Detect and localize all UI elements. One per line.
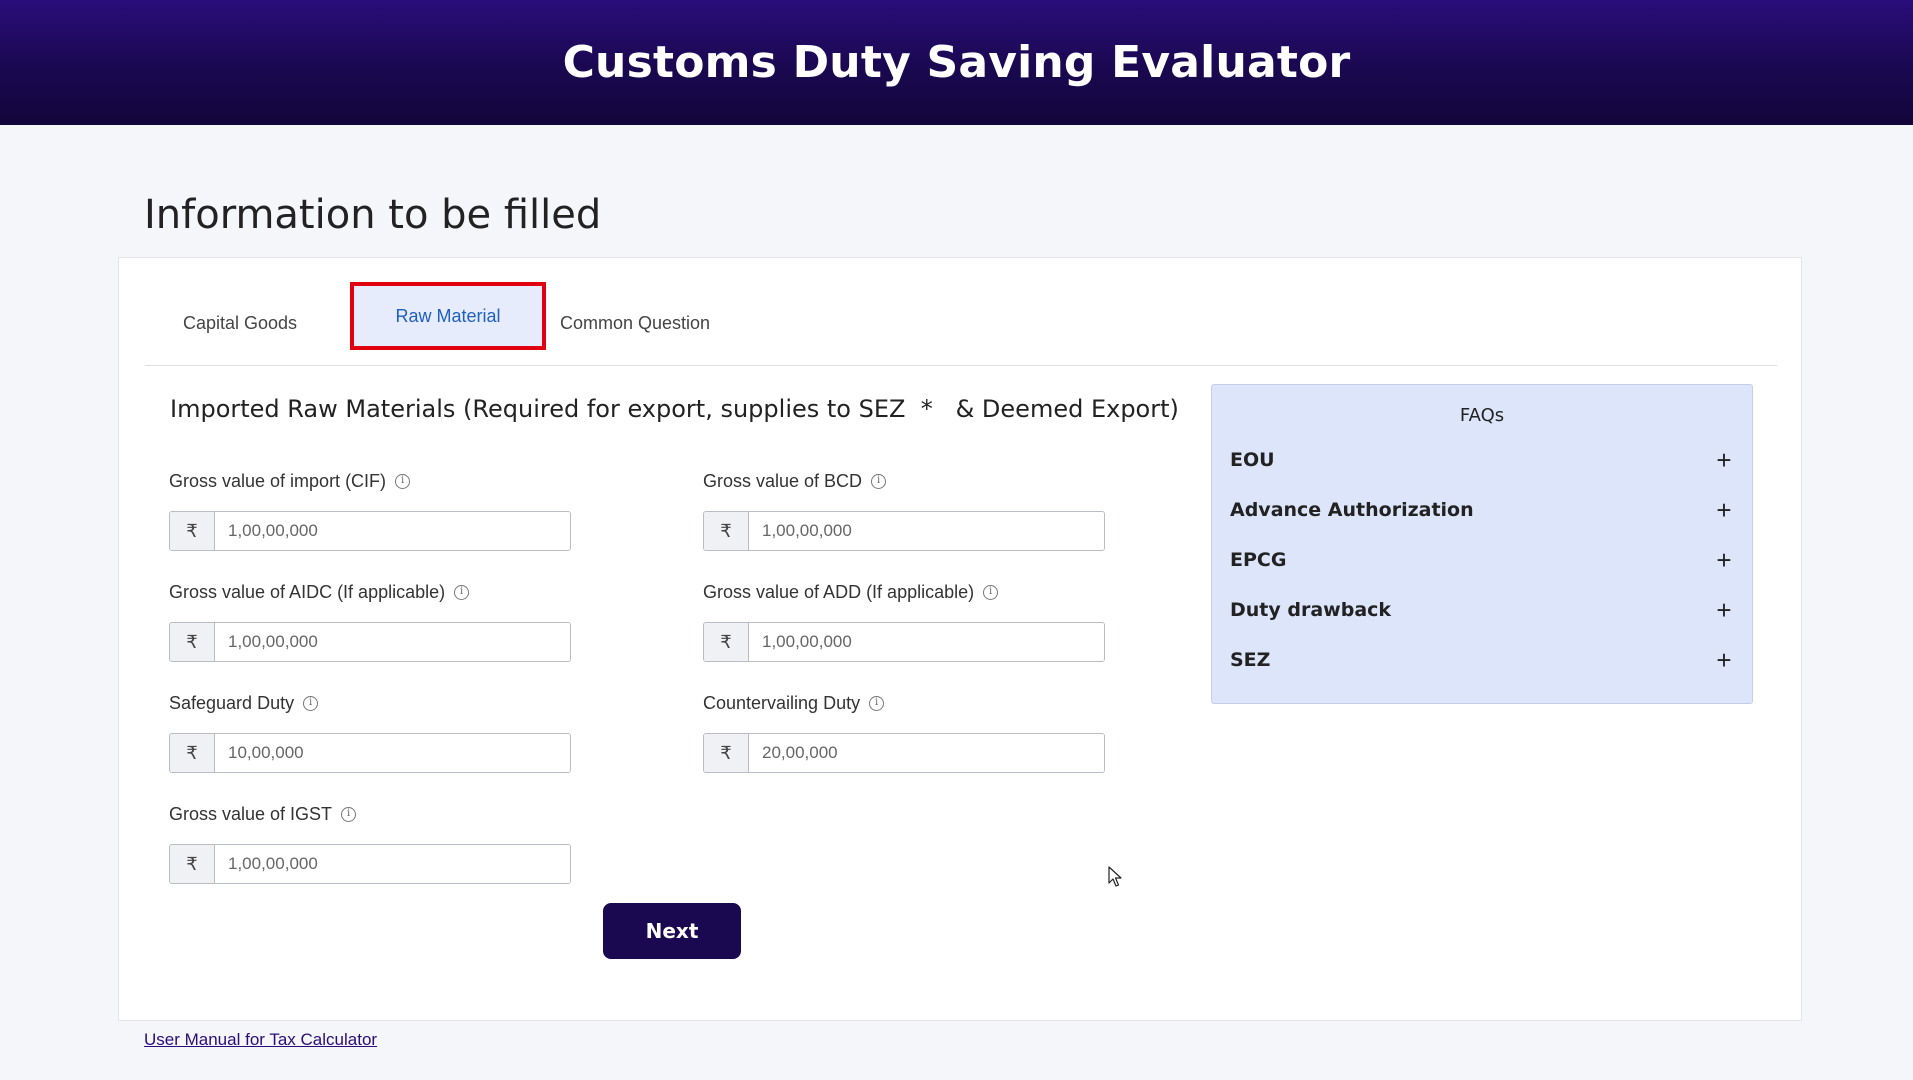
rupee-prefix: ₹ xyxy=(170,623,215,661)
field-safeguard-duty: Safeguard Duty i ₹ xyxy=(169,691,571,773)
faq-item-label: SEZ xyxy=(1230,649,1271,671)
rupee-prefix: ₹ xyxy=(170,734,215,772)
gross-add-input[interactable] xyxy=(749,623,1104,661)
faq-item-sez[interactable]: SEZ + xyxy=(1230,643,1736,677)
field-gross-import-cif: Gross value of import (CIF) i ₹ xyxy=(169,469,571,551)
faq-item-label: Duty drawback xyxy=(1230,599,1392,621)
faq-item-label: EOU xyxy=(1230,449,1275,471)
tab-bar: Capital Goods Raw Material Common Questi… xyxy=(145,280,1777,366)
faq-item-label: EPCG xyxy=(1230,549,1287,571)
gross-igst-input[interactable] xyxy=(215,845,570,883)
faq-item-duty-drawback[interactable]: Duty drawback + xyxy=(1230,593,1736,627)
rupee-prefix: ₹ xyxy=(170,845,215,883)
gross-import-cif-input[interactable] xyxy=(215,512,570,550)
app-header: Customs Duty Saving Evaluator xyxy=(0,0,1913,125)
info-icon[interactable]: i xyxy=(983,584,999,600)
faq-item-eou[interactable]: EOU + xyxy=(1230,443,1736,477)
rupee-prefix: ₹ xyxy=(704,734,749,772)
info-icon[interactable]: i xyxy=(871,473,887,489)
plus-icon[interactable]: + xyxy=(1712,645,1736,676)
field-gross-igst: Gross value of IGST i ₹ xyxy=(169,802,571,884)
faq-item-advance-authorization[interactable]: Advance Authorization + xyxy=(1230,493,1736,527)
plus-icon[interactable]: + xyxy=(1712,495,1736,526)
plus-icon[interactable]: + xyxy=(1712,445,1736,476)
field-countervailing-duty: Countervailing Duty i ₹ xyxy=(703,691,1105,773)
gross-bcd-input[interactable] xyxy=(749,512,1104,550)
gross-aidc-input[interactable] xyxy=(215,623,570,661)
next-button[interactable]: Next xyxy=(603,903,741,959)
app-title: Customs Duty Saving Evaluator xyxy=(562,37,1351,88)
tab-raw-material[interactable]: Raw Material xyxy=(350,282,546,350)
info-icon[interactable]: i xyxy=(454,584,470,600)
faq-item-label: Advance Authorization xyxy=(1230,499,1474,521)
user-manual-link[interactable]: User Manual for Tax Calculator xyxy=(144,1030,377,1050)
field-gross-aidc: Gross value of AIDC (If applicable) i ₹ xyxy=(169,580,571,662)
field-label: Countervailing Duty xyxy=(703,692,861,713)
faq-title: FAQs xyxy=(1459,405,1505,426)
info-icon[interactable]: i xyxy=(869,695,885,711)
mouse-cursor-icon xyxy=(1108,866,1122,887)
plus-icon[interactable]: + xyxy=(1712,545,1736,576)
field-label: Gross value of BCD xyxy=(703,470,863,491)
rupee-prefix: ₹ xyxy=(170,512,215,550)
info-icon[interactable]: i xyxy=(395,473,411,489)
page-title: Information to be filled xyxy=(144,192,602,238)
safeguard-duty-input[interactable] xyxy=(215,734,570,772)
field-gross-add: Gross value of ADD (If applicable) i ₹ xyxy=(703,580,1105,662)
tab-common-question[interactable]: Common Question xyxy=(545,280,725,366)
form-heading: Imported Raw Materials (Required for exp… xyxy=(170,395,1179,423)
field-label: Gross value of IGST xyxy=(169,803,333,824)
info-icon[interactable]: i xyxy=(341,806,357,822)
faq-item-epcg[interactable]: EPCG + xyxy=(1230,543,1736,577)
rupee-prefix: ₹ xyxy=(704,512,749,550)
info-icon[interactable]: i xyxy=(303,695,319,711)
rupee-prefix: ₹ xyxy=(704,623,749,661)
tab-capital-goods[interactable]: Capital Goods xyxy=(145,280,335,366)
form-card: Capital Goods Raw Material Common Questi… xyxy=(118,257,1802,1021)
countervailing-duty-input[interactable] xyxy=(749,734,1104,772)
faq-panel: FAQs EOU + Advance Authorization + EPCG … xyxy=(1211,384,1753,704)
plus-icon[interactable]: + xyxy=(1712,595,1736,626)
field-label: Safeguard Duty xyxy=(169,692,295,713)
field-label: Gross value of AIDC (If applicable) xyxy=(169,581,446,602)
field-label: Gross value of import (CIF) xyxy=(169,470,387,491)
field-gross-bcd: Gross value of BCD i ₹ xyxy=(703,469,1105,551)
field-label: Gross value of ADD (If applicable) xyxy=(703,581,975,602)
